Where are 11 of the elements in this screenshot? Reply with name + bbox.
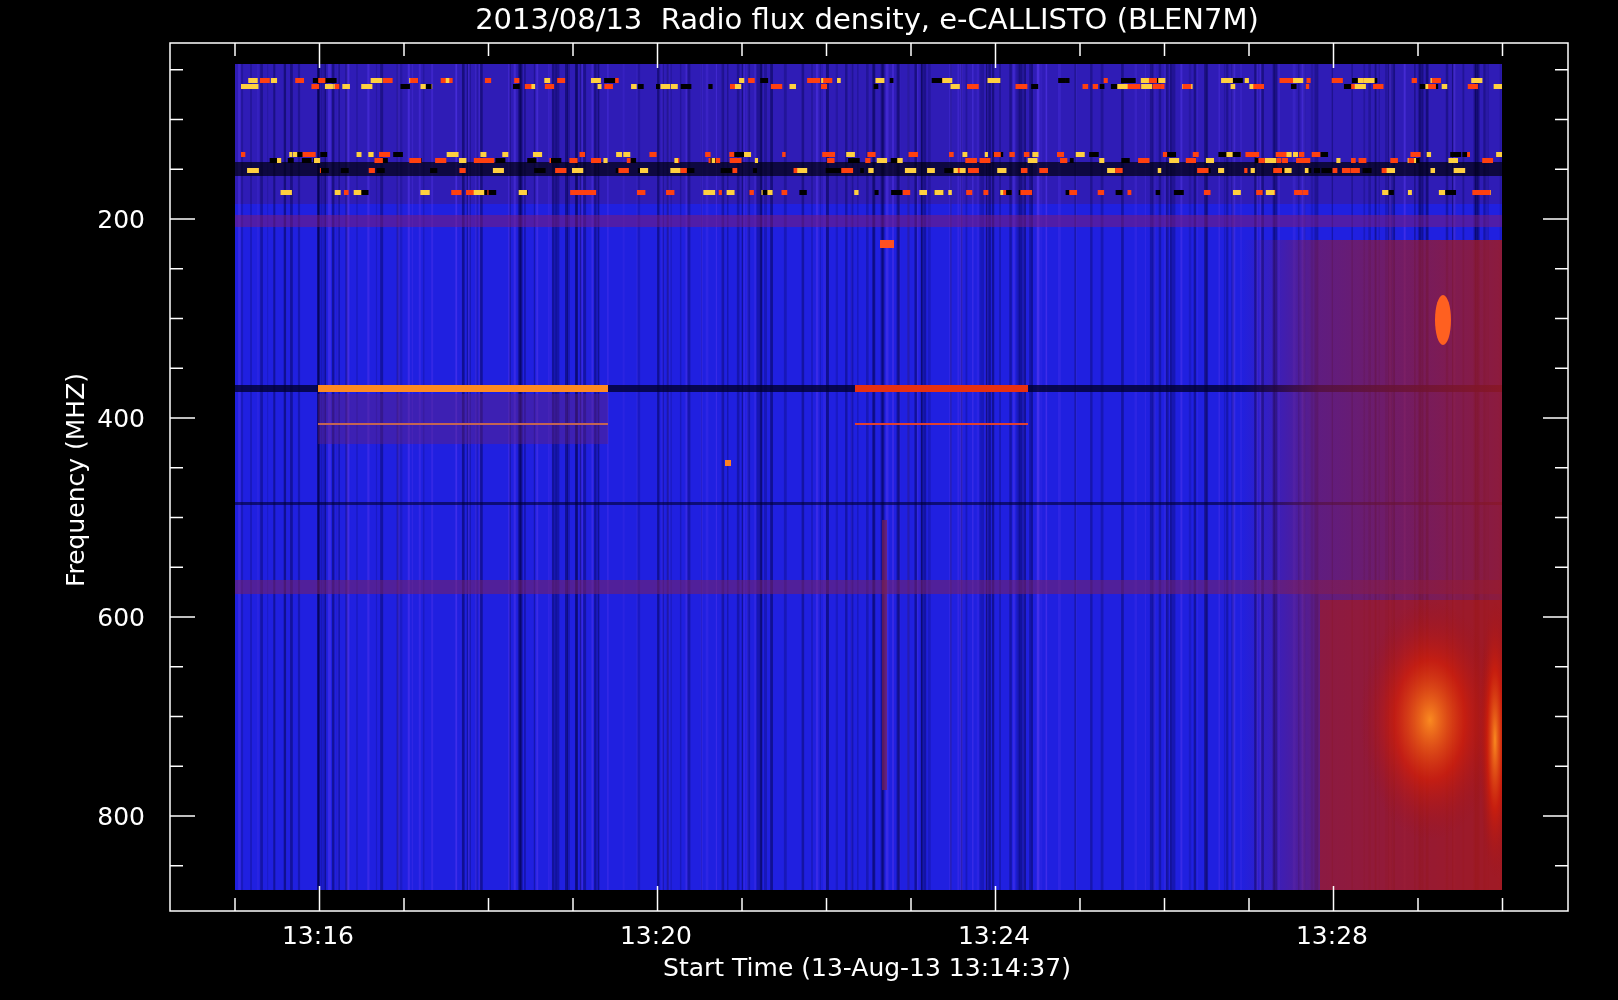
x-tick-label: 13:28 — [1296, 921, 1368, 950]
y-axis-label: Frequency (MHZ) — [61, 372, 90, 588]
y-tick-label: 400 — [97, 404, 145, 433]
y-tick-label: 800 — [97, 802, 145, 831]
chart-title: 2013/08/13 Radio flux density, e-CALLISTO (BLEN7M) — [475, 2, 1259, 36]
x-tick-label: 13:24 — [958, 921, 1030, 950]
x-tick-label: 13:16 — [282, 921, 354, 950]
y-tick-label: 600 — [97, 603, 145, 632]
y-tick-label: 200 — [97, 205, 145, 234]
x-tick-label: 13:20 — [620, 921, 692, 950]
x-axis-label: Start Time (13-Aug-13 13:14:37) — [663, 953, 1071, 982]
